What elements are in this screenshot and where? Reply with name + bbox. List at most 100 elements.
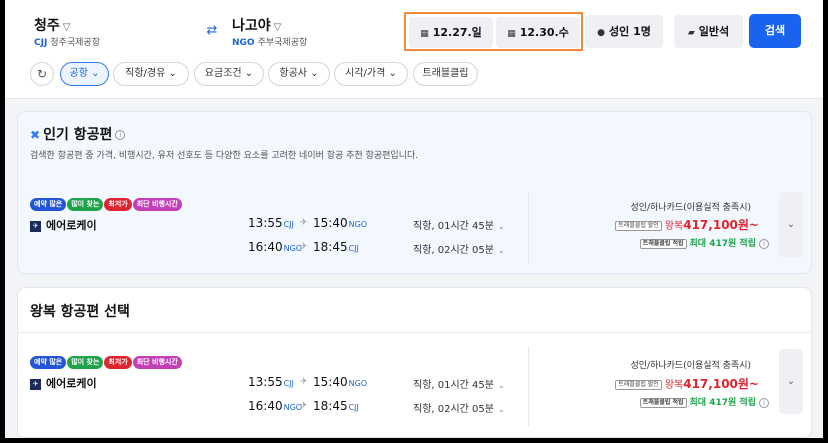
origin-selector[interactable]: 청주 ▽ bbox=[34, 15, 70, 35]
filter-direct[interactable]: 직항/경유 ⌄ bbox=[113, 62, 189, 86]
filter-label: 시각/가격 bbox=[345, 68, 386, 79]
dest-city: 나고야 bbox=[232, 18, 271, 34]
outbound-departure: 13:55CJJ bbox=[248, 375, 294, 389]
info-icon[interactable]: i bbox=[759, 397, 769, 408]
chevron-down-icon: ⌄ bbox=[786, 376, 796, 387]
arr-time: 15:40 bbox=[313, 375, 348, 389]
chevron-down-icon: ⌄ bbox=[786, 219, 796, 230]
airline-label: 에어로케이 bbox=[46, 377, 97, 390]
passenger-button[interactable]: ● 성인 1명 bbox=[585, 15, 663, 48]
inbound-arrival: 18:45CJJ bbox=[313, 399, 359, 413]
inbound-arrival: 18:45CJJ bbox=[313, 240, 359, 254]
destination-selector[interactable]: 나고야 ▽ bbox=[232, 15, 281, 35]
badge-most-searched: 많이 찾는 bbox=[67, 198, 104, 211]
filter-label: 요금조건 bbox=[204, 68, 242, 79]
filter-airport[interactable]: 공항 ⌄ bbox=[60, 62, 109, 86]
inbound-departure: 16:40NGO bbox=[248, 240, 302, 254]
outbound-route[interactable]: 직항, 01시간 45분 ⌄ bbox=[413, 217, 505, 232]
plane-icon: ✈ bbox=[300, 377, 308, 387]
return-date-button[interactable]: ▦ 12.30.수 bbox=[496, 17, 580, 48]
depart-date-button[interactable]: ▦ 12.27.일 bbox=[409, 17, 493, 48]
calendar-icon: ▦ bbox=[420, 29, 429, 39]
search-bar: 청주 ▽ CJJ 청주국제공항 ⇄ 나고야 ▽ NGO 주부국제공항 ▦ 12.27.일 … bbox=[5, 0, 823, 99]
price-prefix: 왕복 bbox=[664, 380, 684, 391]
dep-time: 16:40 bbox=[248, 240, 283, 254]
route-text: 직항, 01시간 45분 bbox=[413, 380, 494, 391]
expand-button[interactable]: ⌄ bbox=[779, 349, 803, 414]
filter-label: 직항/경유 bbox=[125, 68, 166, 79]
badge-list: 예약 많은 많이 찾는 최저가 최단 비행시간 bbox=[30, 349, 183, 369]
badge-most-booked: 예약 많은 bbox=[30, 356, 67, 369]
inbound-route[interactable]: 직항, 02시간 05분 ⌄ bbox=[413, 400, 505, 415]
badge-lowest-price: 최저가 bbox=[104, 198, 132, 211]
outbound-route[interactable]: 직항, 01시간 45분 ⌄ bbox=[413, 376, 505, 391]
dest-airport: NGO 주부국제공항 bbox=[232, 35, 307, 48]
origin-code: CJJ bbox=[34, 38, 48, 48]
chevron-down-icon: ⌄ bbox=[91, 68, 100, 79]
expand-button[interactable]: ⌄ bbox=[779, 192, 803, 257]
reward-row: 트래블클립 적립 최대 417원 적립 i bbox=[639, 236, 769, 249]
arr-code: CJJ bbox=[348, 403, 359, 412]
chevron-down-icon: ⌄ bbox=[310, 68, 319, 79]
card-condition: 성인/하나카드(이용실적 충족시) bbox=[630, 361, 751, 371]
chevron-down-icon: ▽ bbox=[62, 22, 71, 33]
reward-value: 최대 417원 적립 bbox=[689, 398, 756, 408]
arr-code: CJJ bbox=[348, 244, 359, 253]
plane-icon: ✈ bbox=[300, 218, 308, 228]
airline-logo-icon: ✈ bbox=[30, 378, 41, 390]
arr-time: 18:45 bbox=[313, 240, 348, 254]
divider bbox=[528, 346, 529, 426]
outbound-departure: 13:55CJJ bbox=[248, 216, 294, 230]
calendar-icon: ▦ bbox=[507, 29, 516, 39]
badge-most-booked: 예약 많은 bbox=[30, 198, 67, 211]
dep-time: 13:55 bbox=[248, 216, 283, 230]
filter-airline[interactable]: 항공사 ⌄ bbox=[268, 62, 330, 86]
badge-list: 예약 많은 많이 찾는 최저가 최단 비행시간 bbox=[30, 191, 183, 211]
filter-travelclip[interactable]: 트래블클립 bbox=[413, 62, 478, 86]
filter-label: 트래블클립 bbox=[422, 68, 469, 79]
dest-code: NGO bbox=[232, 38, 255, 48]
airline-logo-icon: ✈ bbox=[30, 220, 41, 232]
inbound-route[interactable]: 직항, 02시간 05분 ⌄ bbox=[413, 241, 505, 256]
info-icon[interactable]: i bbox=[115, 130, 126, 140]
origin-airport-name: 청주국제공항 bbox=[50, 38, 100, 48]
divider bbox=[528, 192, 529, 264]
chevron-down-icon: ⌄ bbox=[498, 405, 505, 414]
depart-date: 12.27.일 bbox=[432, 26, 482, 39]
filter-fare[interactable]: 요금조건 ⌄ bbox=[194, 62, 264, 86]
airline-name: ✈ 에어로케이 bbox=[30, 375, 97, 391]
price-prefix: 왕복 bbox=[664, 221, 684, 232]
popular-description: 검색한 항공편 중 가격, 비행시간, 유저 선호도 등 다양한 요소를 고려한… bbox=[30, 151, 419, 161]
outbound-arrival: 15:40NGO bbox=[313, 375, 367, 389]
popular-title-text: 인기 항공편 bbox=[43, 127, 113, 143]
chevron-down-icon: ⌄ bbox=[388, 68, 397, 79]
refresh-icon[interactable]: ↻ bbox=[30, 62, 54, 86]
date-range-box: ▦ 12.27.일 ▦ 12.30.수 bbox=[404, 12, 583, 51]
info-icon[interactable]: i bbox=[759, 238, 769, 249]
route-text: 직항, 02시간 05분 bbox=[413, 404, 494, 415]
filter-time-price[interactable]: 시각/가격 ⌄ bbox=[334, 62, 408, 86]
reward-tag: 트래블클립 적립 bbox=[639, 397, 687, 408]
inbound-departure: 16:40NGO bbox=[248, 399, 302, 413]
chevron-down-icon: ⌄ bbox=[498, 381, 505, 390]
origin-airport: CJJ 청주국제공항 bbox=[34, 35, 100, 48]
card-condition: 성인/하나카드(이용실적 충족시) bbox=[630, 203, 751, 213]
chevron-down-icon: ⌄ bbox=[498, 246, 505, 255]
discount-tag: 트래블클립 할인 bbox=[615, 380, 662, 390]
price-row[interactable]: 트래블클립 할인 왕복417,100원~ bbox=[615, 375, 759, 392]
dep-time: 16:40 bbox=[248, 399, 283, 413]
popular-title: ✖ 인기 항공편 i bbox=[30, 124, 126, 144]
price-row[interactable]: 트래블클립 할인 왕복417,100원~ bbox=[615, 216, 759, 233]
return-date: 12.30.수 bbox=[519, 26, 569, 39]
arr-time: 18:45 bbox=[313, 399, 348, 413]
badge-shortest-time: 최단 비행시간 bbox=[132, 198, 182, 211]
swap-icon[interactable]: ⇄ bbox=[203, 22, 221, 40]
search-button[interactable]: 검색 bbox=[749, 14, 801, 48]
seat-icon: ▰ bbox=[687, 28, 695, 38]
airline-label: 에어로케이 bbox=[46, 219, 97, 232]
cabin-button[interactable]: ▰ 일반석 bbox=[674, 15, 743, 48]
route-text: 직항, 01시간 45분 bbox=[413, 221, 494, 232]
discount-tag: 트래블클립 할인 bbox=[615, 221, 662, 231]
reward-tag: 트래블클립 적립 bbox=[639, 238, 687, 249]
arr-code: NGO bbox=[348, 220, 368, 229]
